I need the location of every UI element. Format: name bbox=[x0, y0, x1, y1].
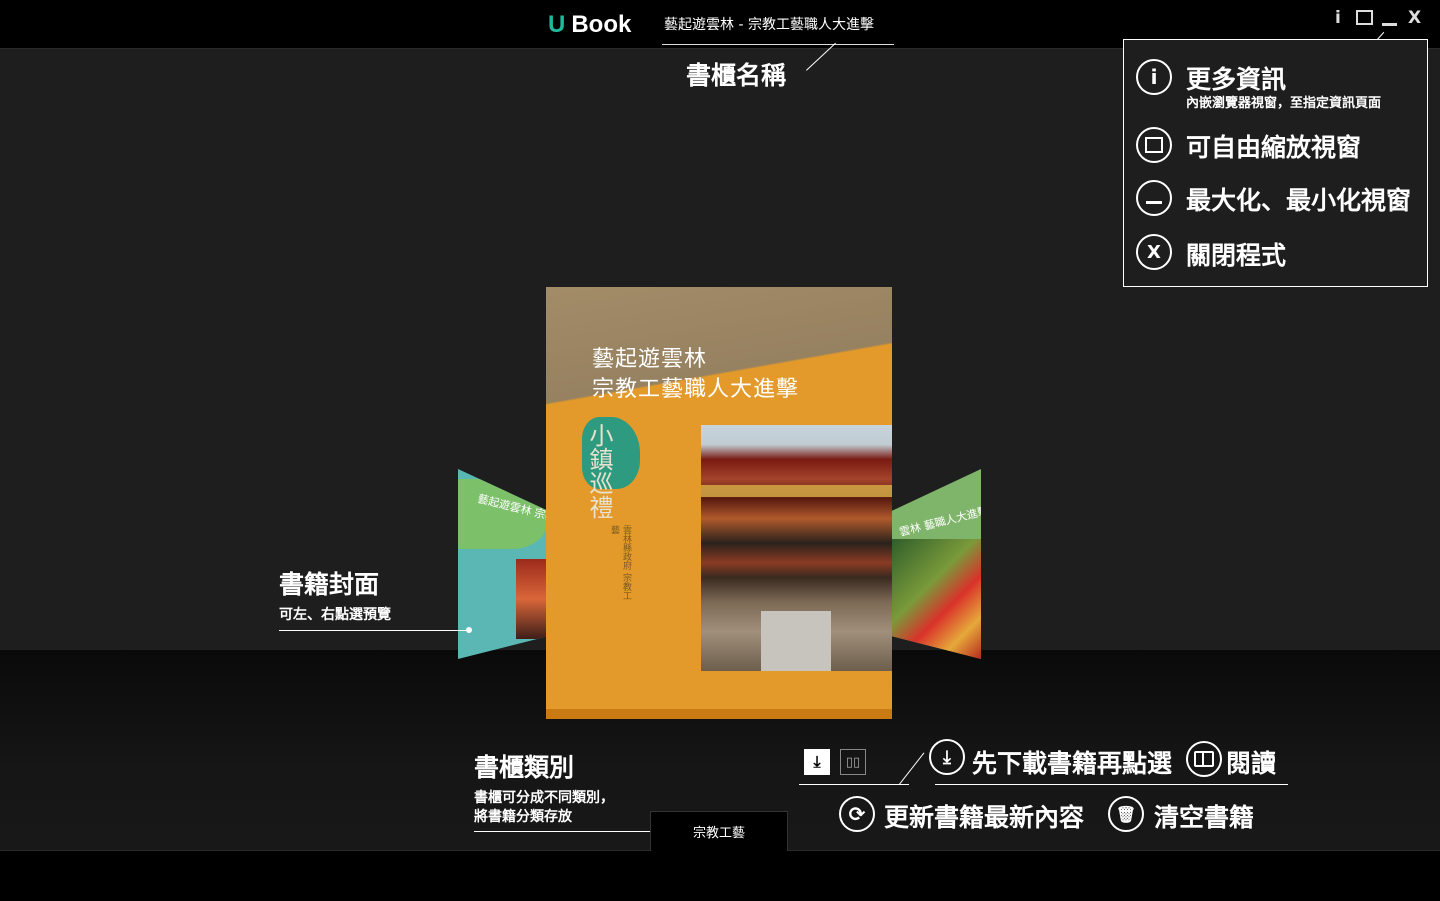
legend-close: 關閉程式 bbox=[1186, 241, 1287, 270]
category-tab[interactable]: 宗教工藝 bbox=[650, 811, 788, 851]
minimize-icon bbox=[1136, 180, 1172, 216]
annotation-update: 更新書籍最新內容 bbox=[884, 803, 1085, 832]
bottom-bar bbox=[0, 850, 1440, 901]
legend-more-info-sub: 內嵌瀏覽器視窗，至指定資訊頁面 bbox=[1186, 96, 1382, 111]
annotation-download: 先下載書籍再點選 bbox=[972, 749, 1173, 778]
book-open-icon bbox=[1186, 741, 1222, 777]
shelf-name[interactable]: 藝起遊雲林 - 宗教工藝職人大進擊 bbox=[664, 14, 894, 34]
annotation-clear: 清空書籍 bbox=[1154, 803, 1255, 832]
logo-u-icon: U bbox=[548, 11, 566, 38]
callout-line bbox=[474, 831, 664, 832]
cover-temple-photo bbox=[701, 425, 892, 671]
trash-icon: 🗑 bbox=[1108, 796, 1144, 832]
window-controls-legend: i 更多資訊 內嵌瀏覽器視窗，至指定資訊頁面 可自由縮放視窗 最大化、最小化視窗… bbox=[1123, 39, 1428, 287]
resize-icon bbox=[1356, 10, 1373, 25]
info-button[interactable]: i bbox=[1335, 8, 1341, 28]
book-spine-base bbox=[546, 709, 892, 719]
resize-button[interactable] bbox=[1356, 7, 1373, 25]
book-open-icon: ▯▯ bbox=[845, 754, 861, 770]
download-button[interactable]: ⤓ bbox=[804, 749, 830, 775]
annotation-read: 閱讀 bbox=[1226, 749, 1277, 778]
app-logo: U Book bbox=[548, 10, 631, 40]
book-vertical-title: 小鎮巡禮 bbox=[585, 423, 613, 519]
book-title-line1: 藝起遊雲林 bbox=[592, 347, 708, 372]
info-icon: i bbox=[1136, 59, 1172, 95]
annotation-shelf-category-sub2: 將書籍分類存放 bbox=[474, 809, 572, 825]
close-icon: X bbox=[1136, 234, 1172, 270]
annotation-book-cover: 書籍封面 bbox=[279, 570, 380, 599]
annotation-shelf-name: 書櫃名稱 bbox=[686, 61, 787, 90]
book-right-title: 雲林 藝職人大進擊 bbox=[897, 504, 981, 539]
read-button[interactable]: ▯▯ bbox=[840, 749, 866, 775]
callout-line bbox=[935, 784, 1288, 785]
book-cover-center[interactable]: 藝起遊雲林 宗教工藝職人大進擊 小鎮巡禮 雲林縣政府 宗教工藝 bbox=[546, 287, 892, 719]
legend-min-max: 最大化、最小化視窗 bbox=[1186, 186, 1412, 215]
annotation-shelf-category-sub1: 書櫃可分成不同類別， bbox=[474, 790, 614, 806]
shelf-name-underline bbox=[662, 44, 894, 45]
book-small-text: 雲林縣政府 宗教工藝 bbox=[609, 525, 631, 600]
download-icon: ⤓ bbox=[929, 739, 965, 775]
callout-dot bbox=[466, 627, 472, 633]
legend-resize: 可自由縮放視窗 bbox=[1186, 133, 1362, 162]
callout-line bbox=[799, 784, 909, 785]
cover-photo bbox=[516, 559, 548, 639]
book-title-line2: 宗教工藝職人大進擊 bbox=[592, 377, 800, 402]
minimize-button[interactable] bbox=[1382, 8, 1397, 26]
minimize-icon bbox=[1382, 23, 1397, 26]
annotation-shelf-category: 書櫃類別 bbox=[474, 753, 575, 782]
annotation-book-cover-sub: 可左、右點選預覽 bbox=[279, 607, 391, 623]
refresh-icon: ⟳ bbox=[839, 796, 875, 832]
download-icon: ⤓ bbox=[813, 752, 821, 771]
legend-more-info: 更多資訊 bbox=[1186, 65, 1287, 94]
logo-text: Book bbox=[571, 11, 632, 38]
resize-icon bbox=[1136, 127, 1172, 163]
close-button[interactable]: X bbox=[1408, 8, 1421, 28]
callout-line bbox=[279, 630, 469, 631]
